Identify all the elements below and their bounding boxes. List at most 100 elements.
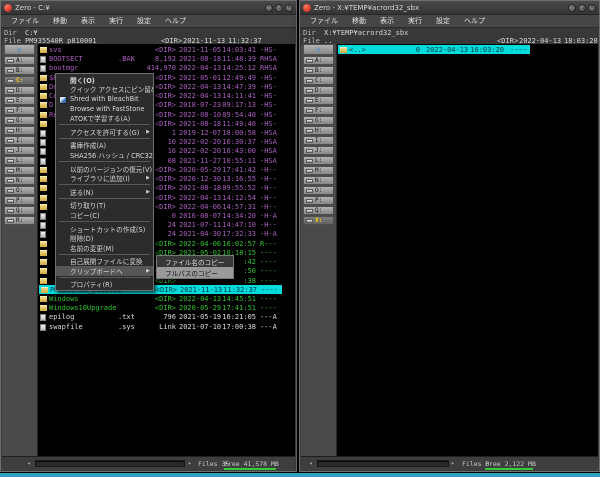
context-menu-item[interactable]: プロパティ(R) [56, 280, 153, 290]
context-menu-item[interactable]: 以前のバージョンの復元(V) [56, 164, 153, 174]
scroll-left-icon[interactable]: ◂ [309, 460, 313, 467]
context-menu-item[interactable]: 開く(O) [56, 75, 153, 85]
menu-設定[interactable]: 設定 [429, 16, 457, 26]
context-menu-item[interactable]: SHA256 ハッシュ / CRC32... [56, 150, 153, 160]
drive-button-O[interactable]: O: [4, 186, 35, 195]
drive-button-B[interactable]: B: [303, 66, 334, 75]
drive-button-M[interactable]: M: [303, 166, 334, 175]
drive-button-N[interactable]: N: [4, 176, 35, 185]
file-row[interactable]: svs<DIR>2021-11-0514:03:41-HS- [38, 45, 295, 54]
scroll-right-icon[interactable]: ▸ [451, 460, 455, 467]
context-menu-item[interactable]: ATOKで学習する(A) [56, 113, 153, 123]
network-drives-button[interactable]: ✳ [303, 44, 334, 55]
context-menu-item[interactable]: 自己展開ファイルに変換 [56, 257, 153, 267]
file-row[interactable]: <..>02022-04-1316:03:20---- [338, 45, 530, 54]
context-menu-item[interactable]: Shred with BleachBit [56, 94, 153, 104]
disk-icon [7, 179, 14, 183]
context-menu-item[interactable]: 切り取り(T) [56, 201, 153, 211]
horizontal-scrollbar[interactable] [35, 460, 185, 467]
context-menu-item[interactable]: クイック アクセスにピン留めする [56, 85, 153, 95]
submenu-item[interactable]: フルパスのコピー [157, 267, 233, 278]
context-menu-item[interactable]: コピー(C) [56, 210, 153, 220]
drive-button-E[interactable]: E: [303, 96, 334, 105]
menu-表示[interactable]: 表示 [74, 16, 102, 26]
drive-button-O[interactable]: O: [303, 186, 334, 195]
context-menu-item[interactable]: 書庫作成(A) [56, 141, 153, 151]
menu-separator [59, 184, 150, 185]
context-menu-item[interactable]: 名前の変更(M) [56, 243, 153, 253]
file-row[interactable]: Windows10Upgrade<DIR>2020-05-2917:41:51-… [38, 303, 295, 312]
context-menu-item[interactable]: 削除(D) [56, 233, 153, 243]
context-menu-item[interactable]: 送る(N)▶ [56, 187, 153, 197]
drive-button-B[interactable]: B: [4, 66, 35, 75]
horizontal-scrollbar[interactable] [317, 460, 449, 467]
drive-button-M[interactable]: M: [4, 166, 35, 175]
drive-button-P[interactable]: P: [303, 196, 334, 205]
drive-button-N[interactable]: N: [303, 176, 334, 185]
file-row[interactable]: swapfile.sysLink2021-07-1017:00:38---A [38, 322, 295, 331]
scroll-right-icon[interactable]: ▸ [188, 460, 192, 467]
menu-separator [59, 138, 150, 139]
drive-button-L[interactable]: L: [4, 156, 35, 165]
folder-icon [40, 259, 47, 265]
close-button[interactable]: × [588, 4, 596, 12]
menu-実行[interactable]: 実行 [102, 16, 130, 26]
titlebar[interactable]: Zero - C:¥ –□× [1, 1, 296, 15]
menu-設定[interactable]: 設定 [130, 16, 158, 26]
drive-button-A[interactable]: A: [4, 56, 35, 65]
submenu-item[interactable]: ファイル名のコピー [157, 256, 233, 267]
drive-button-C[interactable]: C: [4, 76, 35, 85]
drive-button-G[interactable]: G: [4, 116, 35, 125]
drive-button-D[interactable]: D: [4, 86, 35, 95]
file-time: 11:32:37 [223, 286, 257, 294]
drive-button-F[interactable]: F: [303, 106, 334, 115]
close-button[interactable]: × [285, 4, 293, 12]
context-menu-item[interactable]: ライブラリに追加(I)▶ [56, 173, 153, 183]
drive-button-H[interactable]: H: [4, 126, 35, 135]
menu-ヘルプ[interactable]: ヘルプ [457, 16, 492, 26]
file-row[interactable]: BOOTSECT.BAK8,1922021-08-1811:48:39RHSA [38, 54, 295, 63]
minimize-button[interactable]: – [568, 4, 576, 12]
menu-ファイル[interactable]: ファイル [4, 16, 46, 26]
context-menu-item[interactable]: アクセスを許可する(G)▶ [56, 127, 153, 137]
drive-button-R[interactable]: R: [4, 216, 35, 225]
menu-移動[interactable]: 移動 [345, 16, 373, 26]
menu-実行[interactable]: 実行 [401, 16, 429, 26]
drive-button-I[interactable]: I: [4, 136, 35, 145]
maximize-button[interactable]: □ [578, 4, 586, 12]
drive-button-Q[interactable]: Q: [4, 206, 35, 215]
scroll-left-icon[interactable]: ◂ [27, 460, 31, 467]
minimize-button[interactable]: – [265, 4, 273, 12]
maximize-button[interactable]: □ [275, 4, 283, 12]
drive-button-D[interactable]: D: [303, 86, 334, 95]
drive-button-F[interactable]: F: [4, 106, 35, 115]
drive-button-J[interactable]: J: [303, 146, 334, 155]
drive-label: N: [315, 177, 322, 184]
file-row[interactable]: Windows<DIR>2022-04-1314:45:51---- [38, 294, 295, 303]
drive-button-L[interactable]: L: [303, 156, 334, 165]
file-date: 2021-08-18 [179, 184, 221, 192]
context-menu-item[interactable]: ショートカットの作成(S) [56, 224, 153, 234]
context-menu-item[interactable]: クリップボードへ▶ [56, 266, 153, 276]
drive-button-C[interactable]: C: [303, 76, 334, 85]
titlebar[interactable]: Zero - X:¥TEMP¥acrord32_sbx –□× [300, 1, 599, 15]
menu-ヘルプ[interactable]: ヘルプ [158, 16, 193, 26]
drive-button-Q[interactable]: Q: [303, 206, 334, 215]
drive-button-I[interactable]: I: [303, 136, 334, 145]
menu-移動[interactable]: 移動 [46, 16, 74, 26]
file-row[interactable]: bootmgr414,9702022-04-1314:25:12RHSA [38, 63, 295, 72]
menu-ファイル[interactable]: ファイル [303, 16, 345, 26]
folder-icon [40, 250, 47, 256]
context-menu-item[interactable]: Browse with FastStone [56, 104, 153, 114]
file-name: <..> [349, 46, 366, 54]
drive-button-A[interactable]: A: [303, 56, 334, 65]
file-row[interactable]: epilog.txt7962021-05-1916:21:05---A [38, 312, 295, 321]
drive-button-E[interactable]: E: [4, 96, 35, 105]
drive-button-X[interactable]: X: [303, 216, 334, 225]
network-drives-button[interactable]: ✳ [4, 44, 35, 55]
drive-button-P[interactable]: P: [4, 196, 35, 205]
drive-button-J[interactable]: J: [4, 146, 35, 155]
drive-button-G[interactable]: G: [303, 116, 334, 125]
menu-表示[interactable]: 表示 [373, 16, 401, 26]
drive-button-H[interactable]: H: [303, 126, 334, 135]
